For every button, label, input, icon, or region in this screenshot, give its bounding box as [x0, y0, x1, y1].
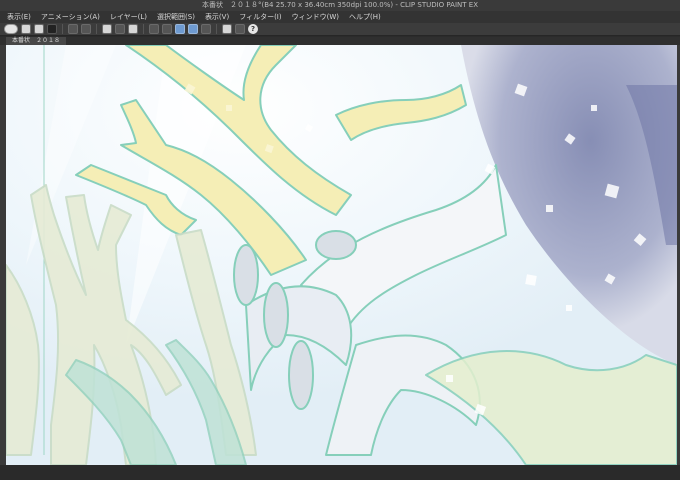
eye-icon[interactable]	[4, 24, 18, 34]
ruler-icon[interactable]	[149, 24, 159, 34]
command-bar: ?	[0, 23, 680, 36]
layer-icon[interactable]	[201, 24, 211, 34]
toolbar-divider	[143, 24, 144, 34]
selection-icon[interactable]	[175, 24, 185, 34]
drawing-canvas[interactable]	[6, 45, 677, 465]
menu-bar: 表示(E) アニメーション(A) レイヤー(L) 選択範囲(S) 表示(V) フ…	[0, 11, 680, 23]
help-icon[interactable]: ?	[248, 24, 258, 34]
window-title-bar: 本番状 ２０１８°(B4 25.70 x 36.40cm 350dpi 100.…	[0, 0, 680, 11]
ruler-icon[interactable]	[162, 24, 172, 34]
window-title: 本番状 ２０１８°(B4 25.70 x 36.40cm 350dpi 100.…	[201, 1, 478, 9]
open-icon[interactable]	[34, 24, 44, 34]
transform-icon[interactable]	[102, 24, 112, 34]
menu-view[interactable]: 表示(E)	[2, 11, 36, 23]
menu-help[interactable]: ヘルプ(H)	[344, 11, 386, 23]
menu-window[interactable]: ウィンドウ(W)	[287, 11, 344, 23]
layer-icon[interactable]	[235, 24, 245, 34]
new-file-icon[interactable]	[21, 24, 31, 34]
menu-animation[interactable]: アニメーション(A)	[36, 11, 105, 23]
status-bar	[0, 465, 680, 480]
artwork	[6, 45, 677, 465]
canvas-tab[interactable]: 本番状 ２０１８	[6, 37, 67, 45]
toolbar-divider	[62, 24, 63, 34]
menu-layer[interactable]: レイヤー(L)	[105, 11, 152, 23]
canvas-tab-bar: 本番状 ２０１８	[0, 37, 680, 45]
selection-icon[interactable]	[188, 24, 198, 34]
layer-icon[interactable]	[222, 24, 232, 34]
undo-icon[interactable]	[68, 24, 78, 34]
redo-icon[interactable]	[81, 24, 91, 34]
save-icon[interactable]	[47, 24, 57, 34]
snap-icon[interactable]	[128, 24, 138, 34]
toolbar-divider	[216, 24, 217, 34]
menu-filter[interactable]: フィルター(I)	[234, 11, 286, 23]
menu-display[interactable]: 表示(V)	[200, 11, 234, 23]
toolbar-divider	[96, 24, 97, 34]
menu-selection[interactable]: 選択範囲(S)	[152, 11, 200, 23]
crop-icon[interactable]	[115, 24, 125, 34]
